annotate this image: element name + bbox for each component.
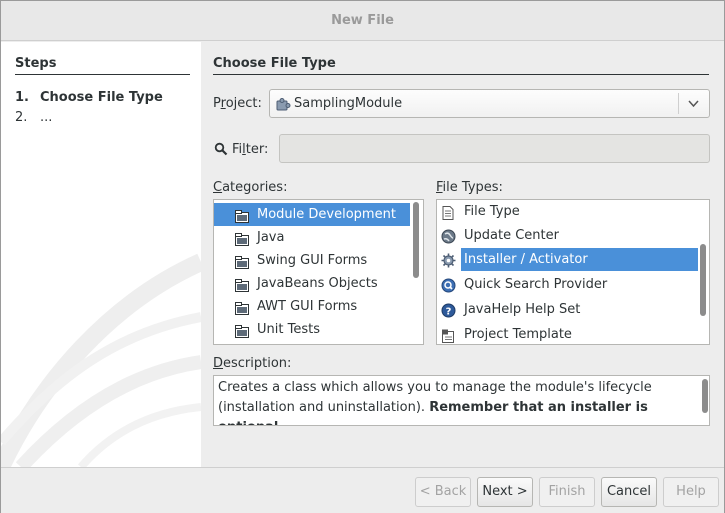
description-text: Creates a class which allows you to mana… bbox=[218, 380, 652, 425]
category-item-javabeans-objects[interactable]: JavaBeans Objects bbox=[214, 272, 410, 295]
file-type-item-quick-search-provider[interactable]: Quick Search Provider bbox=[437, 273, 697, 296]
filter-label: Filter: bbox=[232, 142, 269, 157]
file-type-item-update-center[interactable]: Update Center bbox=[437, 224, 697, 247]
file-type-item-file-type[interactable]: File Type bbox=[437, 200, 697, 223]
category-item-awt-gui-forms[interactable]: AWT GUI Forms bbox=[214, 295, 410, 318]
chevron-down-icon[interactable] bbox=[687, 97, 700, 114]
description-scrollbar[interactable] bbox=[702, 379, 708, 413]
help-button[interactable]: Help bbox=[663, 477, 719, 507]
next-button[interactable]: Next > bbox=[477, 477, 533, 507]
project-value: SamplingModule bbox=[294, 96, 403, 111]
file-type-item-javahelp-help-set[interactable]: ? JavaHelp Help Set bbox=[437, 298, 697, 321]
step-label: Choose File Type bbox=[40, 90, 163, 105]
project-label: Project: bbox=[213, 96, 262, 111]
decorative-swoosh bbox=[1, 253, 201, 467]
description-box[interactable]: Creates a class which allows you to mana… bbox=[213, 375, 710, 426]
category-item-module-development[interactable]: Module Development bbox=[214, 203, 410, 226]
categories-label: Categories: bbox=[213, 180, 288, 195]
step-number: 1. bbox=[15, 90, 29, 105]
step-number: 2. bbox=[15, 110, 28, 125]
svg-text:?: ? bbox=[446, 307, 452, 318]
file-types-list[interactable]: File Type Update Center Installer / Acti… bbox=[436, 199, 710, 345]
file-types-label: File Types: bbox=[436, 180, 503, 195]
file-type-item-project-template[interactable]: Project Template bbox=[437, 323, 697, 344]
steps-panel: Steps 1. Choose File Type 2.... bbox=[1, 42, 201, 467]
module-puzzle-icon bbox=[275, 97, 291, 117]
project-combobox[interactable]: SamplingModule bbox=[269, 89, 710, 118]
finish-button[interactable]: Finish bbox=[539, 477, 595, 507]
file-type-item-installer-icon-cell bbox=[437, 248, 461, 271]
step-item-1: 1. Choose File Type bbox=[15, 90, 163, 105]
combo-separator bbox=[678, 93, 679, 114]
back-button[interactable]: < Back bbox=[415, 477, 471, 507]
cancel-button[interactable]: Cancel bbox=[601, 477, 657, 507]
folder-icon bbox=[235, 323, 249, 344]
template-icon bbox=[441, 328, 455, 344]
category-item-swing-gui-forms[interactable]: Swing GUI Forms bbox=[214, 249, 410, 272]
category-item-unit-tests[interactable]: Unit Tests bbox=[214, 318, 410, 341]
section-title: Choose File Type bbox=[213, 56, 709, 75]
categories-scrollbar[interactable] bbox=[413, 202, 419, 278]
window-title: New File bbox=[1, 1, 724, 41]
search-icon bbox=[214, 142, 228, 160]
step-label: ... bbox=[40, 110, 53, 125]
file-type-item-installer-activator[interactable]: Installer / Activator bbox=[461, 248, 698, 271]
description-label: Description: bbox=[213, 356, 292, 371]
categories-list[interactable]: Module Development Java Swing GUI Forms … bbox=[213, 199, 424, 345]
step-item-2: 2.... bbox=[15, 110, 52, 125]
steps-heading: Steps bbox=[15, 56, 190, 75]
file-types-scrollbar[interactable] bbox=[700, 244, 706, 316]
category-item-java[interactable]: Java bbox=[214, 226, 410, 249]
new-file-dialog: New File Steps 1. Choose File Type 2.... … bbox=[0, 0, 725, 513]
filter-input[interactable] bbox=[279, 134, 710, 163]
